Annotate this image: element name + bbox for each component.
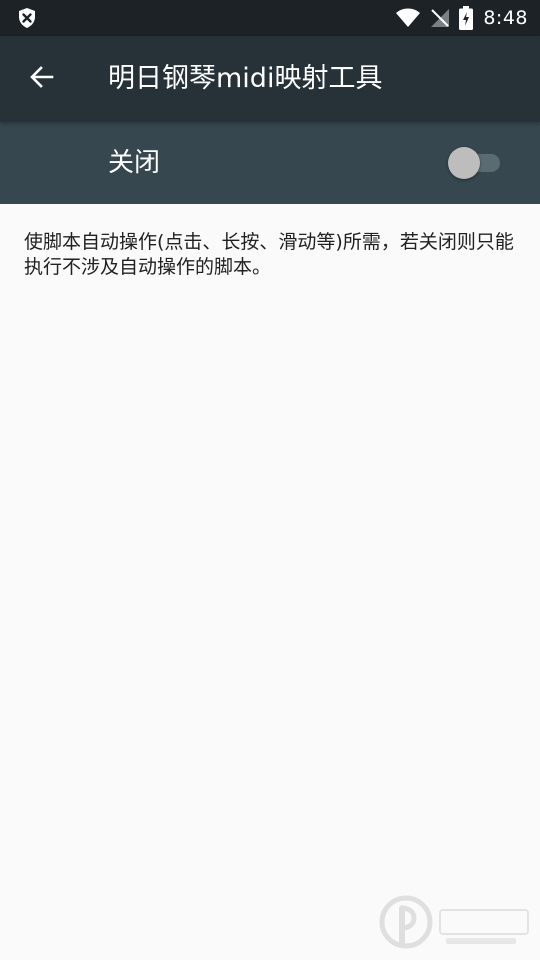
status-bar: 8:48: [0, 0, 540, 36]
status-icons: 8:48: [387, 0, 528, 36]
wifi-icon: [395, 7, 421, 29]
accessibility-toggle[interactable]: [448, 147, 502, 179]
battery-charging-icon: [459, 6, 474, 30]
toolbar: 明日钢琴midi映射工具: [0, 36, 540, 122]
status-time: 8:48: [483, 7, 528, 29]
screen: 8:48 明日钢琴midi映射工具 关闭 使脚本自动操作(点击、长按、滑动等)所…: [0, 0, 540, 960]
toggle-thumb: [448, 147, 480, 179]
service-description: 使脚本自动操作(点击、长按、滑动等)所需，若关闭则只能执行不涉及自动操作的脚本。: [24, 231, 514, 278]
no-signal-icon: [429, 7, 451, 29]
switch-label: 关闭: [108, 148, 161, 178]
arrow-left-icon: [28, 63, 56, 95]
page-title: 明日钢琴midi映射工具: [108, 63, 383, 94]
master-switch-bar[interactable]: 关闭: [0, 122, 540, 204]
back-button[interactable]: [22, 59, 62, 99]
shield-x-icon: [16, 7, 38, 29]
watermark-logo: [374, 886, 534, 956]
